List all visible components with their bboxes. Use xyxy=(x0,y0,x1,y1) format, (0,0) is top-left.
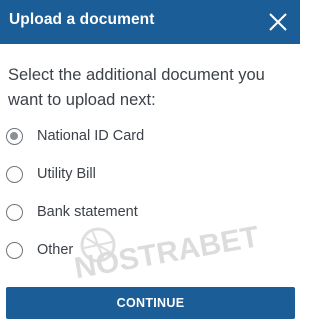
upload-document-dialog: Upload a document Select the additional … xyxy=(0,0,300,326)
option-other[interactable]: Other xyxy=(0,239,300,265)
continue-button[interactable]: CONTINUE xyxy=(6,287,295,319)
option-utility-bill[interactable]: Utility Bill xyxy=(0,163,300,189)
dialog-header: Upload a document xyxy=(0,0,300,44)
option-label: Other xyxy=(37,242,74,258)
radio-utility-bill[interactable] xyxy=(6,166,23,183)
option-national-id-card[interactable]: National ID Card xyxy=(0,125,300,151)
close-icon xyxy=(269,13,287,31)
instruction-text: Select the additional document you want … xyxy=(8,66,265,109)
close-button[interactable] xyxy=(265,9,291,35)
option-label: Bank statement xyxy=(37,204,138,220)
radio-other[interactable] xyxy=(6,242,23,259)
option-label: National ID Card xyxy=(37,128,145,144)
radio-national-id-card[interactable] xyxy=(6,128,23,145)
radio-bank-statement[interactable] xyxy=(6,204,23,221)
option-bank-statement[interactable]: Bank statement xyxy=(0,201,300,227)
option-label: Utility Bill xyxy=(37,166,96,182)
dialog-title: Upload a document xyxy=(9,11,155,28)
